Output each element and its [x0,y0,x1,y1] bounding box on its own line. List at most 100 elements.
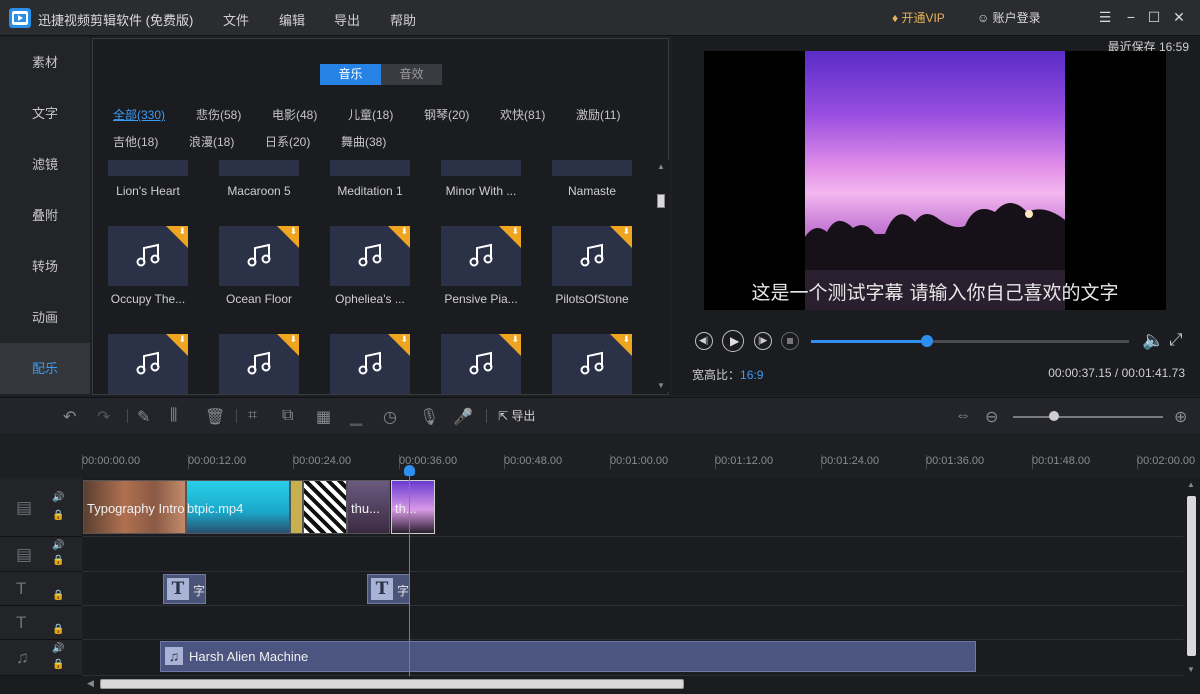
menu-file[interactable]: 文件 [223,10,249,29]
volume-icon[interactable]: 🔈 [1142,330,1164,351]
speaker-icon[interactable]: 🔊 [52,492,64,503]
video-clip[interactable] [290,480,303,534]
scroll-up-icon[interactable]: ▲ [1187,480,1195,489]
music-tile[interactable]: ⬇ [219,226,299,286]
next-frame-button[interactable]: |▶ [754,332,772,350]
redo-icon[interactable]: ↷ [97,407,110,427]
category-kids[interactable]: 儿童(18) [348,106,393,123]
scroll-down-icon[interactable]: ▼ [657,381,665,390]
video-track[interactable] [82,537,1183,572]
aspect-ratio-value[interactable]: 16:9 [740,368,763,382]
lock-icon[interactable]: 🔒 [52,624,64,635]
chart-icon[interactable]: ▁ [350,407,362,427]
scroll-up-icon[interactable]: ▲ [657,162,665,171]
sidebar-item-overlay[interactable]: 叠附 [0,190,90,241]
download-icon[interactable]: ⬇ [622,226,630,237]
category-movie[interactable]: 电影(48) [272,106,317,123]
download-icon[interactable]: ⬇ [511,334,519,345]
split-icon[interactable]: ⫼ [170,407,177,425]
category-all[interactable]: 全部(330) [113,106,165,123]
scroll-down-icon[interactable]: ▼ [1187,665,1195,674]
category-inspire[interactable]: 激励(11) [576,106,620,123]
video-clip-selected[interactable]: th... [391,480,435,534]
aspect-ratio[interactable]: 宽高比：16:9 [692,366,763,383]
account-login-button[interactable]: ☺ 账户登录 [977,9,1041,26]
play-button[interactable]: ▶ [722,330,744,352]
sidebar-item-text[interactable]: 文字 [0,88,90,139]
timeline-hscroll-thumb[interactable] [100,679,684,689]
crop-icon[interactable]: ⌗ [248,407,257,425]
video-clip[interactable] [303,480,347,534]
timeline-vscroll-thumb[interactable] [1187,496,1196,656]
lock-icon[interactable]: 🔒 [52,555,64,566]
category-sad[interactable]: 悲伤(58) [196,106,241,123]
text-track[interactable] [82,572,1183,606]
timeline-vscrollbar[interactable]: ▲ ▼ [1183,478,1200,676]
category-guitar[interactable]: 吉他(18) [113,133,158,150]
download-icon[interactable]: ⬇ [400,334,408,345]
music-thumb[interactable] [219,160,299,176]
download-icon[interactable]: ⬇ [178,334,186,345]
duration-icon[interactable]: ◷ [383,407,397,427]
undo-icon[interactable]: ↶ [63,407,76,427]
music-tile[interactable]: ⬇ [441,226,521,286]
music-tile[interactable]: ⬇ [441,334,521,394]
sidebar-item-music[interactable]: 配乐 [0,343,90,394]
lock-icon[interactable]: 🔒 [52,510,64,521]
zoom-slider-knob[interactable] [1048,411,1059,421]
playhead-line[interactable] [409,466,410,676]
timeline-hscrollbar[interactable]: ◀ [84,676,1184,692]
minimize-icon[interactable]: − [1124,9,1138,25]
tab-music[interactable]: 音乐 [320,64,381,85]
stop-button[interactable] [781,332,799,350]
menu-export[interactable]: 导出 [334,10,360,29]
scroll-left-icon[interactable]: ◀ [87,678,94,689]
speaker-icon[interactable]: 🔊 [52,540,64,551]
music-thumb[interactable] [441,160,521,176]
download-icon[interactable]: ⬇ [178,226,186,237]
close-icon[interactable]: ✕ [1172,9,1186,25]
category-happy[interactable]: 欢快(81) [500,106,545,123]
delete-icon[interactable]: 🗑 [205,407,225,427]
lock-icon[interactable]: 🔒 [52,659,64,670]
sidebar-item-animation[interactable]: 动画 [0,292,90,343]
category-dance[interactable]: 舞曲(38) [341,133,386,150]
zoom-out-icon[interactable]: ⊖ [985,407,998,427]
video-clip[interactable]: thu... [347,480,390,534]
menu-edit[interactable]: 编辑 [279,10,305,29]
music-tile[interactable]: ⬇ [330,226,410,286]
music-tile[interactable]: ⬇ [330,334,410,394]
export-button[interactable]: ⇱ 导出 [498,407,535,424]
category-romantic[interactable]: 浪漫(18) [189,133,234,150]
video-clip[interactable]: Typography Intro [83,480,186,534]
download-icon[interactable]: ⬇ [289,226,297,237]
music-tile[interactable]: ⬇ [219,334,299,394]
mosaic-icon[interactable]: ▦ [316,407,331,427]
edit-icon[interactable]: ✎ [137,407,150,427]
text-track[interactable] [82,606,1183,640]
category-japanese[interactable]: 日系(20) [265,133,310,150]
video-preview[interactable]: 这是一个测试字幕 请输入你自己喜欢的文字 [704,51,1166,310]
record-mic-icon[interactable]: 🎙 [419,407,439,427]
sidebar-item-transition[interactable]: 转场 [0,241,90,292]
download-icon[interactable]: ⬇ [289,334,297,345]
download-icon[interactable]: ⬇ [622,334,630,345]
text-clip[interactable]: T 字 [163,574,206,604]
playback-progress-bar[interactable] [811,335,1129,347]
category-piano[interactable]: 钢琴(20) [424,106,469,123]
zoom-in-icon[interactable]: ⊕ [1174,407,1187,427]
download-icon[interactable]: ⬇ [400,226,408,237]
music-tile[interactable]: ⬇ [552,226,632,286]
music-thumb[interactable] [330,160,410,176]
audio-clip[interactable]: ♫ Harsh Alien Machine [160,641,976,672]
maximize-icon[interactable]: ☐ [1147,9,1161,25]
fit-timeline-icon[interactable]: ⇔ [955,407,971,425]
music-tile[interactable]: ⬇ [108,226,188,286]
speaker-icon[interactable]: 🔊 [52,643,64,654]
music-thumb[interactable] [552,160,632,176]
lock-icon[interactable]: 🔒 [52,590,64,601]
music-thumb[interactable] [108,160,188,176]
vip-button[interactable]: ♦ 开通VIP [892,9,945,26]
voice-change-icon[interactable]: 🎤 [453,407,473,427]
fullscreen-icon[interactable]: ⤢ [1169,330,1183,350]
